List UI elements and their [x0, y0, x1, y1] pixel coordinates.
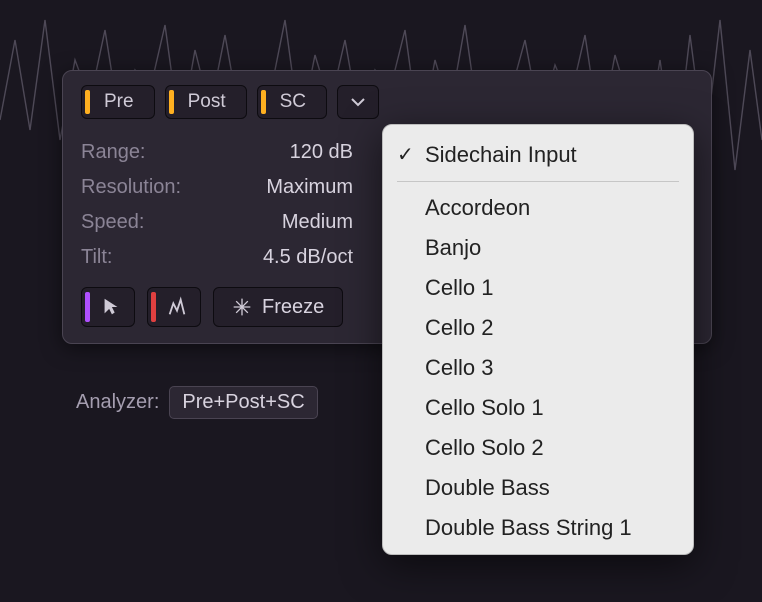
sidechain-dropdown-button[interactable] [337, 85, 379, 119]
stripe-accent [85, 90, 90, 114]
menu-item[interactable]: Double Bass String 1 [383, 508, 693, 548]
cursor-tool-button[interactable] [81, 287, 135, 327]
stripe-accent [151, 292, 156, 322]
stripe-accent [85, 292, 90, 322]
tab-label: Pre [104, 91, 134, 113]
param-label-resolution: Resolution: [81, 176, 226, 199]
menu-item[interactable]: Accordeon [383, 188, 693, 228]
param-label-speed: Speed: [81, 211, 226, 234]
menu-item[interactable]: Cello 2 [383, 308, 693, 348]
menu-item[interactable]: Cello Solo 2 [383, 428, 693, 468]
cursor-icon [100, 296, 122, 318]
freeze-button[interactable]: Freeze [213, 287, 343, 327]
menu-item[interactable]: Cello 1 [383, 268, 693, 308]
freeze-label: Freeze [262, 296, 324, 319]
analyzer-summary: Analyzer: Pre+Post+SC [76, 386, 318, 419]
tab-post[interactable]: Post [165, 85, 247, 119]
menu-separator [397, 181, 679, 182]
menu-item-selected[interactable]: Sidechain Input [383, 135, 693, 175]
tab-label: Post [188, 91, 226, 113]
sidechain-menu: Sidechain Input Accordeon Banjo Cello 1 … [382, 124, 694, 555]
menu-item[interactable]: Double Bass [383, 468, 693, 508]
tab-label: SC [280, 91, 306, 113]
menu-item[interactable]: Banjo [383, 228, 693, 268]
snowflake-icon [232, 297, 252, 317]
stripe-accent [169, 90, 174, 114]
tab-sc[interactable]: SC [257, 85, 327, 119]
tab-pre[interactable]: Pre [81, 85, 155, 119]
menu-item[interactable]: Cello Solo 1 [383, 388, 693, 428]
analyzer-label: Analyzer: [76, 391, 159, 414]
stripe-accent [261, 90, 266, 114]
param-label-range: Range: [81, 141, 226, 164]
tab-row: Pre Post SC [81, 85, 693, 119]
peak-tool-button[interactable] [147, 287, 201, 327]
menu-item[interactable]: Cello 3 [383, 348, 693, 388]
chevron-down-icon [350, 94, 366, 110]
param-label-tilt: Tilt: [81, 246, 226, 269]
peak-icon [166, 296, 188, 318]
analyzer-value[interactable]: Pre+Post+SC [169, 386, 317, 419]
